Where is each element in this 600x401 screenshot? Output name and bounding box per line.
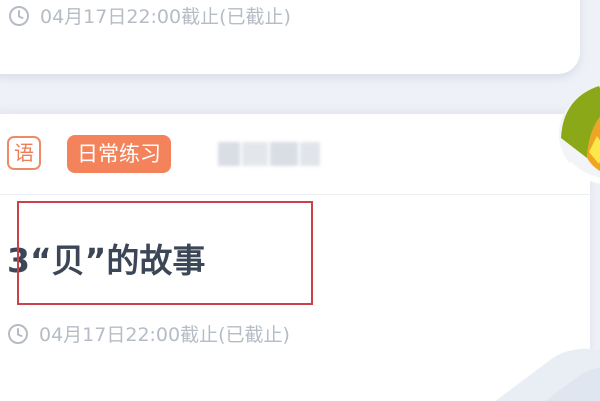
redacted-text <box>218 140 328 168</box>
clock-icon <box>7 323 29 345</box>
task-card-header: 语 日常练习 <box>0 114 590 195</box>
card-decoration <box>495 348 600 401</box>
task-type-badge: 日常练习 <box>67 135 171 173</box>
deadline-text: 04月17日22:00截止(已截止) <box>40 6 291 28</box>
clock-icon <box>8 5 30 27</box>
page: 04月17日22:00截止(已截止) 语 日常练习 3“贝”的故事 04月17日… <box>0 0 600 401</box>
task-deadline: 04月17日22:00截止(已截止) <box>7 320 290 347</box>
mascot-icon[interactable] <box>559 78 600 190</box>
highlight-box <box>17 201 313 305</box>
previous-task-deadline: 04月17日22:00截止(已截止) <box>8 2 291 29</box>
subject-badge: 语 <box>7 136 41 170</box>
deadline-text: 04月17日22:00截止(已截止) <box>39 324 290 346</box>
